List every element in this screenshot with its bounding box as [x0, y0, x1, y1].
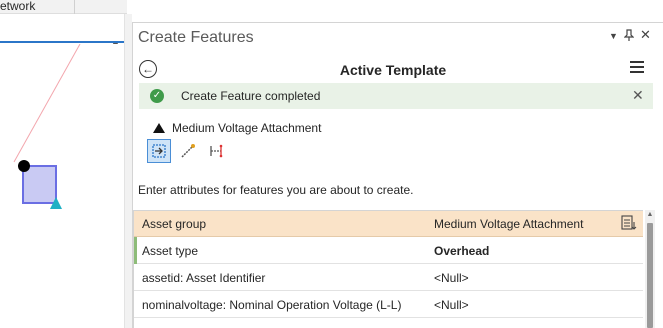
map-line-feature	[13, 44, 81, 163]
construction-tools	[147, 139, 267, 163]
attribute-name: Asset group	[142, 217, 207, 231]
check-circle-icon: ✓	[150, 89, 164, 103]
attribute-value[interactable]: Overhead	[434, 244, 489, 258]
create-features-pane: Create Features ▼ ✕ ← Active Template ✓ …	[132, 22, 663, 328]
ribbon-separator	[74, 0, 75, 14]
pane-title: Create Features	[138, 29, 254, 46]
ribbon-tab-strip: etwork	[0, 0, 127, 14]
attribute-table: Asset group Medium Voltage Attachment As…	[133, 210, 643, 318]
active-tab-indicator	[0, 41, 124, 43]
ribbon-tab-label[interactable]: etwork	[0, 0, 35, 13]
template-title: Active Template	[339, 62, 447, 78]
table-row[interactable]: assetid: Asset Identifier <Null>	[133, 264, 643, 291]
table-row[interactable]: Asset type Overhead	[133, 237, 643, 264]
map-view[interactable]: etwork ▼	[0, 0, 127, 328]
map-polygon-feature	[22, 165, 57, 204]
scroll-up-icon[interactable]: ▲	[645, 211, 655, 221]
map-graphics	[13, 44, 81, 209]
options-dropdown-icon[interactable]: ▼	[609, 31, 618, 41]
success-notice: ✓ Create Feature completed ✕	[139, 83, 653, 109]
split-line-tool-icon[interactable]	[205, 139, 229, 163]
pin-icon[interactable]	[623, 29, 635, 44]
attribute-value: Medium Voltage Attachment	[434, 217, 584, 231]
map-canvas[interactable]	[0, 44, 127, 328]
template-feature-row: Medium Voltage Attachment	[133, 119, 663, 137]
map-tab-bar: ▼	[0, 14, 127, 50]
instruction-text: Enter attributes for features you are ab…	[138, 183, 414, 197]
map-point-feature	[18, 160, 30, 172]
table-scrollbar[interactable]: ▲	[645, 210, 655, 328]
scroll-thumb[interactable]	[647, 223, 653, 328]
pane-header: Create Features ▼ ✕	[133, 23, 663, 53]
table-row[interactable]: nominalvoltage: Nominal Operation Voltag…	[133, 291, 643, 318]
attribute-name: Asset type	[142, 244, 199, 258]
line-tool-icon[interactable]	[176, 139, 200, 163]
attribute-name: nominalvoltage: Nominal Operation Voltag…	[142, 298, 402, 312]
attachment-tool-icon[interactable]	[147, 139, 171, 163]
template-feature-name: Medium Voltage Attachment	[172, 121, 322, 135]
close-icon[interactable]: ✕	[640, 27, 651, 43]
attribute-name: assetid: Asset Identifier	[142, 271, 266, 285]
hamburger-menu-icon[interactable]	[630, 61, 644, 74]
triangle-symbol-icon	[153, 123, 165, 133]
close-icon[interactable]: ✕	[632, 87, 644, 104]
table-options-icon[interactable]	[620, 214, 638, 232]
attribute-value[interactable]: <Null>	[434, 298, 469, 312]
table-header-row[interactable]: Asset group Medium Voltage Attachment	[133, 210, 643, 237]
attribute-value[interactable]: <Null>	[434, 271, 469, 285]
pane-splitter[interactable]	[124, 14, 132, 328]
template-bar: ← Active Template	[133, 57, 663, 81]
notice-text: Create Feature completed	[181, 89, 321, 103]
